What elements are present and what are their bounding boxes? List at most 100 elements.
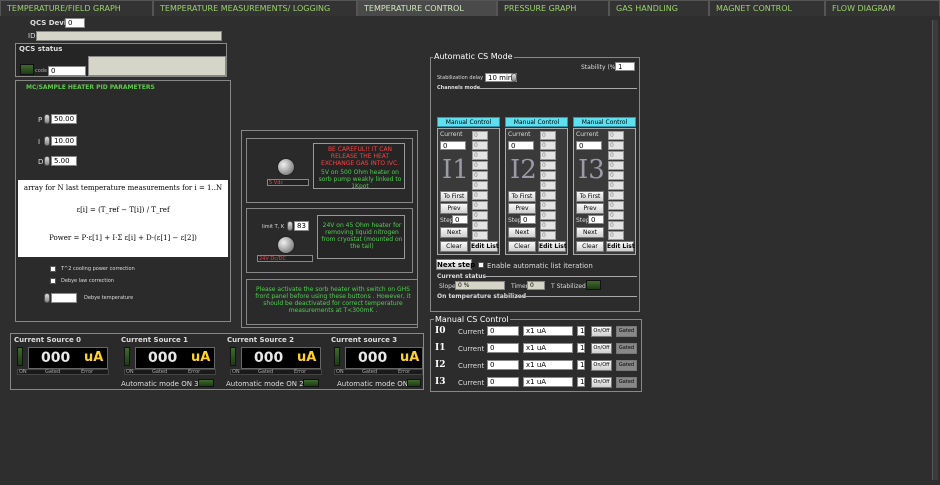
sorb-heater-knob[interactable]: [277, 158, 295, 176]
ch1-list-0[interactable]: 0: [472, 131, 488, 140]
manual-row1-mult-input[interactable]: 1: [577, 343, 585, 353]
ch3-list-3[interactable]: 0: [608, 161, 624, 170]
qcs-device-input[interactable]: 0: [65, 18, 85, 28]
ch2-list-10[interactable]: 0: [540, 231, 556, 240]
ch1-list-1[interactable]: 0: [472, 141, 488, 150]
p-input[interactable]: 50.00: [51, 114, 77, 124]
ch1-next-button[interactable]: Next: [440, 227, 468, 238]
manual-row0-mult-input[interactable]: 1: [577, 326, 585, 336]
ch2-list-0[interactable]: 0: [540, 131, 556, 140]
ch3-clear-button[interactable]: Clear: [576, 241, 604, 252]
ch1-list-2[interactable]: 0: [472, 151, 488, 160]
i-input[interactable]: 10.00: [51, 136, 77, 146]
tab-gas-handling[interactable]: GAS HANDLING: [609, 0, 709, 16]
manual-row2-gated-button[interactable]: Gated: [616, 360, 637, 371]
t2-correction-checkbox[interactable]: [50, 266, 56, 272]
ch2-list-5[interactable]: 0: [540, 181, 556, 190]
ch2-list-1[interactable]: 0: [540, 141, 556, 150]
cs0-switch[interactable]: [17, 347, 23, 366]
debye-temp-input[interactable]: [51, 293, 77, 303]
ch3-list-6[interactable]: 0: [608, 191, 624, 200]
ch3-edit-list-button[interactable]: Edit List: [606, 241, 635, 252]
ch2-list-4[interactable]: 0: [540, 171, 556, 180]
manual-row0-range-select[interactable]: x1 uA: [523, 326, 573, 336]
manual-row2-mult-input[interactable]: 1: [577, 360, 585, 370]
ch1-clear-button[interactable]: Clear: [440, 241, 468, 252]
tab-temperature-measurements-logging[interactable]: TEMPERATURE MEASUREMENTS/ LOGGING: [153, 0, 357, 16]
code-input[interactable]: 0: [48, 66, 86, 76]
ch3-list-1[interactable]: 0: [608, 141, 624, 150]
cs1-auto-led[interactable]: [198, 379, 214, 387]
ch1-list-6[interactable]: 0: [472, 191, 488, 200]
ch2-list-7[interactable]: 0: [540, 201, 556, 210]
manual-row1-range-select[interactable]: x1 uA: [523, 343, 573, 353]
debye-correction-checkbox[interactable]: [50, 278, 56, 284]
tab-magnet-control[interactable]: MAGNET CONTROL: [709, 0, 825, 16]
ch3-list-10[interactable]: 0: [608, 231, 624, 240]
ch1-list-7[interactable]: 0: [472, 201, 488, 210]
cs2-auto-led[interactable]: [303, 379, 319, 387]
status-source-field[interactable]: [88, 56, 226, 76]
manual-row0-gated-button[interactable]: Gated: [616, 326, 637, 337]
tab-flow-diagram[interactable]: FLOW DIAGRAM: [825, 0, 940, 16]
manual-row2-current-input[interactable]: 0: [487, 360, 519, 370]
cs2-switch[interactable]: [230, 347, 236, 366]
manual-row3-onoff-button[interactable]: On/Off: [591, 377, 612, 388]
ch3-list-8[interactable]: 0: [608, 211, 624, 220]
ch2-prev-button[interactable]: Prev: [508, 203, 536, 214]
ch3-list-9[interactable]: 0: [608, 221, 624, 230]
stability-input[interactable]: 1: [615, 62, 635, 71]
ch2-edit-list-button[interactable]: Edit List: [538, 241, 567, 252]
ch1-manual-control[interactable]: Manual Control: [437, 117, 500, 127]
ch3-step-input[interactable]: 0: [588, 215, 604, 224]
manual-row3-range-select[interactable]: x1 uA: [523, 377, 573, 387]
ch2-list-9[interactable]: 0: [540, 221, 556, 230]
nitrogen-heater-knob[interactable]: [277, 236, 295, 254]
manual-row3-gated-button[interactable]: Gated: [616, 377, 637, 388]
ch2-manual-control[interactable]: Manual Control: [505, 117, 568, 127]
ch1-list-3[interactable]: 0: [472, 161, 488, 170]
p-spinner[interactable]: [44, 114, 50, 124]
ch1-current-input[interactable]: 0: [440, 141, 466, 150]
limit-input[interactable]: 83: [294, 221, 309, 231]
manual-row0-onoff-button[interactable]: On/Off: [591, 326, 612, 337]
i-spinner[interactable]: [44, 136, 50, 146]
manual-row3-current-input[interactable]: 0: [487, 377, 519, 387]
ch1-list-10[interactable]: 0: [472, 231, 488, 240]
ch3-to-first-button[interactable]: To First: [576, 191, 604, 202]
vertical-scrollbar[interactable]: [932, 20, 938, 480]
manual-row1-gated-button[interactable]: Gated: [616, 343, 637, 354]
ch2-list-6[interactable]: 0: [540, 191, 556, 200]
ch1-step-input[interactable]: 0: [452, 215, 468, 224]
ch3-list-5[interactable]: 0: [608, 181, 624, 190]
ch3-list-7[interactable]: 0: [608, 201, 624, 210]
delay-spinner[interactable]: [511, 73, 517, 82]
ch3-list-4[interactable]: 0: [608, 171, 624, 180]
ch1-to-first-button[interactable]: To First: [440, 191, 468, 202]
tab-temperature-field-graph[interactable]: TEMPERATURE/FIELD GRAPH: [0, 0, 153, 16]
ch2-list-8[interactable]: 0: [540, 211, 556, 220]
tab-pressure-graph[interactable]: PRESSURE GRAPH: [497, 0, 609, 16]
cs3-auto-led[interactable]: [407, 379, 421, 387]
ch1-list-9[interactable]: 0: [472, 221, 488, 230]
ch3-next-button[interactable]: Next: [576, 227, 604, 238]
d-spinner[interactable]: [44, 156, 50, 166]
ch2-clear-button[interactable]: Clear: [508, 241, 536, 252]
manual-row1-current-input[interactable]: 0: [487, 343, 519, 353]
ch1-list-8[interactable]: 0: [472, 211, 488, 220]
ch3-prev-button[interactable]: Prev: [576, 203, 604, 214]
manual-row0-current-input[interactable]: 0: [487, 326, 519, 336]
manual-row2-range-select[interactable]: x1 uA: [523, 360, 573, 370]
ch3-current-input[interactable]: 0: [576, 141, 602, 150]
ch2-current-input[interactable]: 0: [508, 141, 534, 150]
debye-temp-spinner[interactable]: [44, 293, 50, 303]
auto-iteration-checkbox[interactable]: [478, 262, 484, 268]
manual-row3-mult-input[interactable]: 1: [577, 377, 585, 387]
ch2-list-2[interactable]: 0: [540, 151, 556, 160]
ch2-to-first-button[interactable]: To First: [508, 191, 536, 202]
id-field[interactable]: [36, 31, 222, 41]
ch1-list-5[interactable]: 0: [472, 181, 488, 190]
manual-row2-onoff-button[interactable]: On/Off: [591, 360, 612, 371]
ch3-list-0[interactable]: 0: [608, 131, 624, 140]
cs1-switch[interactable]: [124, 347, 130, 366]
